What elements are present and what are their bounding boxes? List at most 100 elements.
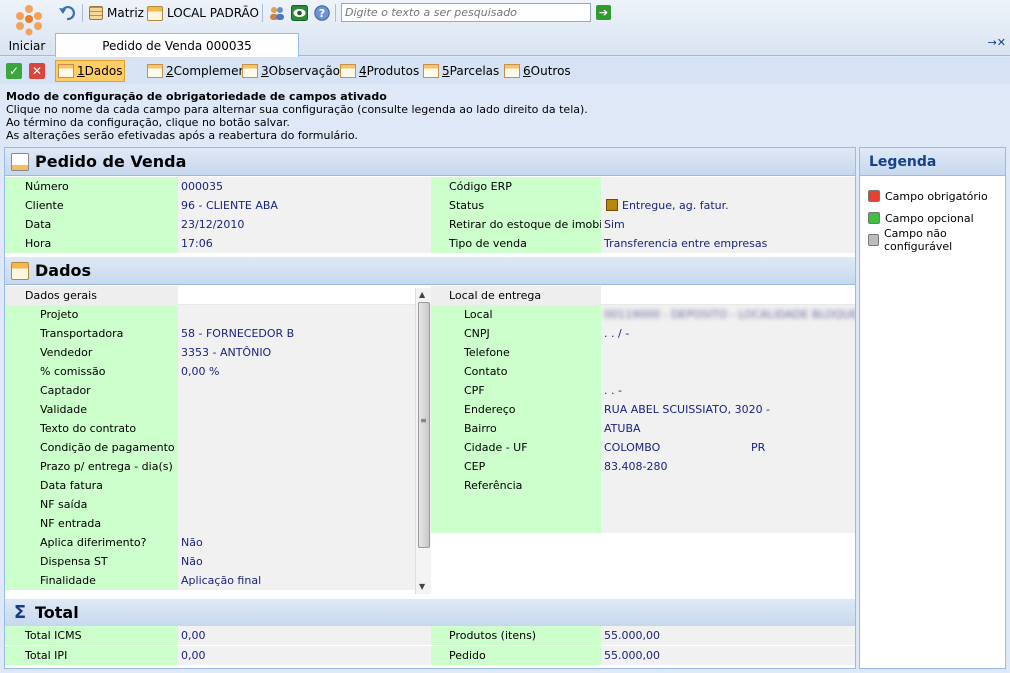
field-value[interactable]: 00119000 - DEPOSITO - LOCALIDADE BLOQUEA… [601,305,855,324]
field-label[interactable]: Cidade - UF [431,438,601,457]
field-value[interactable]: ATUBA [601,419,855,438]
field-value[interactable]: . . / - [601,324,855,343]
users-button[interactable] [268,4,286,22]
field-label[interactable]: NF entrada [5,514,178,533]
field-value[interactable] [178,381,415,400]
field-value[interactable] [178,400,415,419]
scroll-down-icon[interactable]: ▼ [419,582,425,591]
field-value[interactable]: Entregue, ag. fatur. [601,196,855,215]
field-value[interactable]: 0,00 [178,646,431,665]
field-label[interactable]: CNPJ [431,324,601,343]
help-button[interactable]: ? [314,4,330,22]
field-value[interactable]: Não [178,533,415,552]
field-value[interactable]: 55.000,00 [601,646,855,665]
form-row: Código ERP [431,177,855,196]
start-button[interactable]: Iniciar [4,2,50,54]
field-value[interactable] [601,362,855,381]
field-value[interactable] [178,476,415,495]
field-value[interactable] [601,343,855,362]
field-label[interactable]: Local de entrega [431,286,601,305]
undo-button[interactable] [58,4,76,22]
field-label[interactable]: Total IPI [5,646,178,665]
field-label[interactable]: Local [431,305,601,324]
field-value[interactable] [601,177,855,196]
field-label[interactable]: Referência [431,476,601,533]
field-label[interactable]: Total ICMS [5,626,178,645]
tab-produtos[interactable]: 4 Produtos [338,60,421,82]
field-value[interactable]: Não [178,552,415,571]
field-value[interactable]: COLOMBO PR [601,438,855,457]
field-value[interactable]: 17:06 [178,234,431,253]
field-label[interactable]: Cliente [5,196,178,215]
field-value[interactable]: 55.000,00 [601,626,855,645]
field-label[interactable]: Número [5,177,178,196]
search-go-button[interactable]: ➔ [596,5,611,20]
search-input[interactable] [341,3,591,22]
field-label[interactable]: Finalidade [5,571,178,590]
scroll-up-icon[interactable]: ▲ [419,290,425,299]
tab-pedido-venda[interactable]: Pedido de Venda 000035 [55,33,299,57]
field-label[interactable]: Hora [5,234,178,253]
field-value[interactable]: 83.408-280 [601,457,855,476]
cancel-button[interactable]: ✕ [29,63,45,79]
field-value[interactable]: 0,00 % [178,362,415,381]
save-button[interactable]: ✓ [6,63,22,79]
field-value[interactable]: 000035 [178,177,431,196]
field-label[interactable]: Contato [431,362,601,381]
scrollbar-thumb[interactable] [418,302,430,548]
field-label[interactable]: Captador [5,381,178,400]
field-label[interactable]: Dados gerais [5,286,178,305]
tab-observacao[interactable]: 3 Observação [240,60,342,82]
field-label-text: Total ICMS [25,629,82,642]
field-label[interactable]: Bairro [431,419,601,438]
field-label[interactable]: Data fatura [5,476,178,495]
field-value[interactable] [178,457,415,476]
field-value[interactable] [178,495,415,514]
tab-outros[interactable]: 6 Outros [502,60,573,82]
field-value[interactable] [178,514,415,533]
field-label[interactable]: Projeto [5,305,178,324]
field-label[interactable]: Texto do contrato [5,419,178,438]
field-value[interactable]: 0,00 [178,626,431,645]
field-value[interactable]: RUA ABEL SCUISSIATO, 3020 - [601,400,855,419]
field-label[interactable]: Prazo p/ entrega - dia(s) [5,457,178,476]
field-value[interactable] [178,305,415,324]
field-label[interactable]: NF saída [5,495,178,514]
field-value[interactable]: 58 - FORNECEDOR B [178,324,415,343]
field-label[interactable]: CEP [431,457,601,476]
field-value[interactable]: Transferencia entre empresas [601,234,855,253]
field-label[interactable]: Telefone [431,343,601,362]
field-label[interactable]: Status [431,196,601,215]
matriz-button[interactable]: Matriz [89,4,144,22]
field-value[interactable]: . . - [601,381,855,400]
field-label[interactable]: Transportadora [5,324,178,343]
field-value[interactable]: Sim [601,215,855,234]
field-value[interactable] [178,419,415,438]
field-value[interactable]: Aplicação final [178,571,415,590]
field-label[interactable]: Tipo de venda [431,234,601,253]
tab-parcelas[interactable]: 5 Parcelas [421,60,501,82]
field-value[interactable] [178,438,415,457]
field-label[interactable]: Condição de pagamento [5,438,178,457]
field-label[interactable]: % comissão [5,362,178,381]
collapse-arrows-icon[interactable]: →✕ [988,36,1006,49]
field-label[interactable]: Aplica diferimento? [5,533,178,552]
field-label[interactable]: Data [5,215,178,234]
field-label[interactable]: Vendedor [5,343,178,362]
local-button[interactable]: LOCAL PADRÃO [147,4,259,22]
field-label[interactable]: Retirar do estoque de imobilizado [431,215,601,234]
field-label[interactable]: Produtos (itens) [431,626,601,645]
field-value[interactable]: 96 - CLIENTE ABA [178,196,431,215]
field-label[interactable]: Validade [5,400,178,419]
dados-scrollbar[interactable]: ▲ ≡ ▼ [415,288,431,594]
field-label[interactable]: Dispensa ST [5,552,178,571]
field-value[interactable]: 3353 - ANTÔNIO [178,343,415,362]
field-label[interactable]: Pedido [431,646,601,665]
tab-dados[interactable]: 1 Dados [55,60,126,82]
field-label[interactable]: CPF [431,381,601,400]
field-label[interactable]: Endereço [431,400,601,419]
field-value[interactable]: 23/12/2010 [178,215,431,234]
field-label[interactable]: Código ERP [431,177,601,196]
view-button[interactable] [291,4,308,22]
field-value[interactable] [601,476,855,533]
